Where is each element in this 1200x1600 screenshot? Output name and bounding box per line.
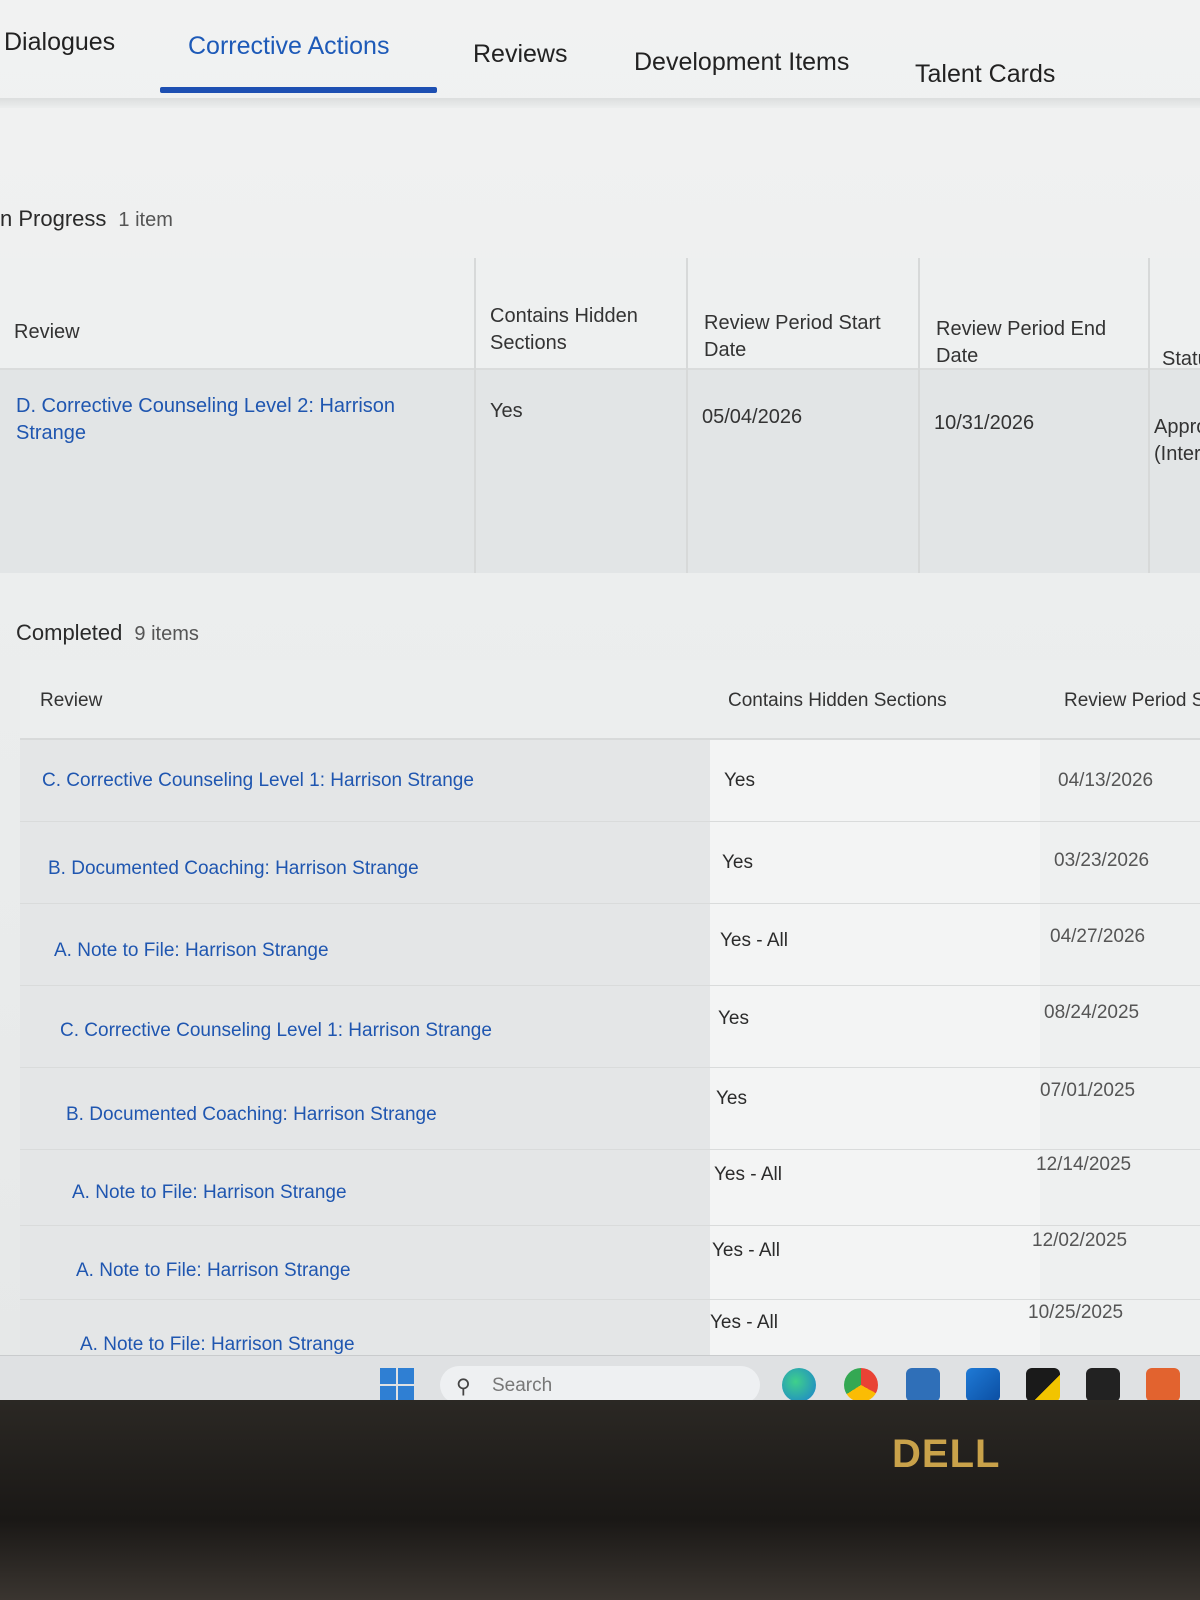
hidden-sections-value: Yes: [718, 1008, 749, 1029]
start-date-value: 04/27/2026: [1050, 926, 1146, 947]
review-link[interactable]: D. Corrective Counseling Level 2: Harris…: [16, 393, 456, 447]
table-row[interactable]: A. Note to File: Harrison Strange Yes - …: [20, 1226, 1200, 1300]
table-row[interactable]: C. Corrective Counseling Level 1: Harris…: [20, 986, 1200, 1068]
review-link[interactable]: C. Corrective Counseling Level 1: Harris…: [42, 770, 474, 792]
start-date-value: 12/14/2025: [1036, 1154, 1132, 1175]
hidden-sections-value: Yes: [724, 770, 755, 791]
column-header-status[interactable]: Statu: [1162, 346, 1200, 373]
office-icon[interactable]: [1146, 1368, 1180, 1402]
search-icon: ⚲: [456, 1376, 471, 1398]
completed-title: Completed: [16, 620, 123, 645]
review-link[interactable]: A. Note to File: Harrison Strange: [80, 1334, 355, 1356]
hidden-sections-value: Yes: [716, 1088, 747, 1109]
review-link[interactable]: A. Note to File: Harrison Strange: [76, 1260, 351, 1282]
table-row[interactable]: B. Documented Coaching: Harrison Strange…: [20, 1068, 1200, 1150]
tab-bar: Dialogues Corrective Actions Reviews Dev…: [0, 0, 1200, 110]
windows-start-icon[interactable]: [380, 1368, 414, 1402]
review-link[interactable]: A. Note to File: Harrison Strange: [72, 1182, 347, 1204]
completed-heading: Completed 9 items: [16, 620, 199, 646]
tab-reviews[interactable]: Reviews: [473, 40, 567, 69]
chrome-icon[interactable]: [844, 1368, 878, 1402]
column-divider: [474, 258, 476, 573]
screen: Dialogues Corrective Actions Reviews Dev…: [0, 0, 1200, 1385]
start-date-value: 12/02/2025: [1032, 1230, 1128, 1251]
completed-table-header: Review Contains Hidden Sections Review P…: [20, 660, 1200, 740]
tab-talent-cards[interactable]: Talent Cards: [915, 60, 1055, 89]
hidden-sections-value: Yes - All: [714, 1164, 782, 1185]
hidden-sections-value: Yes - All: [710, 1312, 778, 1333]
review-link[interactable]: B. Documented Coaching: Harrison Strange: [66, 1104, 437, 1126]
column-divider: [686, 258, 688, 573]
status-value: Appro (Inter: [1154, 416, 1200, 465]
hidden-sections-value: Yes - All: [712, 1240, 780, 1261]
table-row[interactable]: A. Note to File: Harrison Strange Yes - …: [20, 1300, 1200, 1360]
column-divider: [1148, 258, 1150, 573]
in-progress-title: n Progress: [0, 206, 107, 231]
search-placeholder: Search: [492, 1375, 553, 1396]
tab-dialogues[interactable]: Dialogues: [4, 28, 115, 57]
in-progress-table: Review Contains Hidden Sections Review P…: [0, 258, 1200, 573]
column-header-hidden-sections[interactable]: Contains Hidden Sections: [490, 303, 670, 357]
hidden-sections-value: Yes: [722, 852, 753, 873]
review-link[interactable]: A. Note to File: Harrison Strange: [54, 940, 329, 962]
active-tab-indicator: [160, 87, 437, 93]
column-header-start-date[interactable]: Review Period St: [1064, 690, 1200, 712]
table-row[interactable]: C. Corrective Counseling Level 1: Harris…: [20, 740, 1200, 822]
review-link[interactable]: B. Documented Coaching: Harrison Strange: [48, 858, 419, 880]
start-date-value: 05/04/2026: [702, 406, 803, 428]
start-date-value: 03/23/2026: [1054, 850, 1150, 871]
review-link[interactable]: C. Corrective Counseling Level 1: Harris…: [60, 1020, 492, 1042]
start-date-value: 04/13/2026: [1058, 770, 1154, 791]
edge-icon[interactable]: [782, 1368, 816, 1402]
sticky-notes-icon[interactable]: [1026, 1368, 1060, 1402]
column-header-end-date[interactable]: Review Period End Date: [936, 316, 1136, 370]
column-header-review[interactable]: Review: [14, 319, 454, 346]
hidden-sections-value: Yes - All: [720, 930, 788, 951]
table-row[interactable]: A. Note to File: Harrison Strange Yes - …: [20, 1150, 1200, 1226]
start-date-value: 10/25/2025: [1028, 1302, 1124, 1323]
tab-divider: [0, 98, 1200, 108]
tab-corrective-actions[interactable]: Corrective Actions: [188, 32, 389, 61]
monitor-logo: DELL: [892, 1432, 1001, 1476]
snipping-tool-icon[interactable]: [906, 1368, 940, 1402]
taskbar-search[interactable]: ⚲ Search: [440, 1366, 760, 1404]
app-icon[interactable]: [1086, 1368, 1120, 1402]
column-header-review[interactable]: Review: [40, 690, 102, 712]
column-divider: [918, 258, 920, 573]
tab-development-items[interactable]: Development Items: [634, 48, 849, 77]
column-header-start-date[interactable]: Review Period Start Date: [704, 310, 904, 364]
monitor-bezel: [0, 1400, 1200, 1600]
end-date-value: 10/31/2026: [934, 412, 1035, 434]
column-header-hidden-sections[interactable]: Contains Hidden Sections: [728, 690, 947, 712]
start-date-value: 08/24/2025: [1044, 1002, 1140, 1023]
outlook-icon[interactable]: [966, 1368, 1000, 1402]
start-date-value: 07/01/2025: [1040, 1080, 1136, 1101]
table-row[interactable]: B. Documented Coaching: Harrison Strange…: [20, 822, 1200, 904]
in-progress-heading: n Progress 1 item: [0, 206, 173, 232]
hidden-sections-value: Yes: [490, 400, 523, 422]
table-row[interactable]: A. Note to File: Harrison Strange Yes - …: [20, 904, 1200, 986]
in-progress-count: 1 item: [118, 209, 173, 231]
completed-count: 9 items: [134, 623, 199, 645]
